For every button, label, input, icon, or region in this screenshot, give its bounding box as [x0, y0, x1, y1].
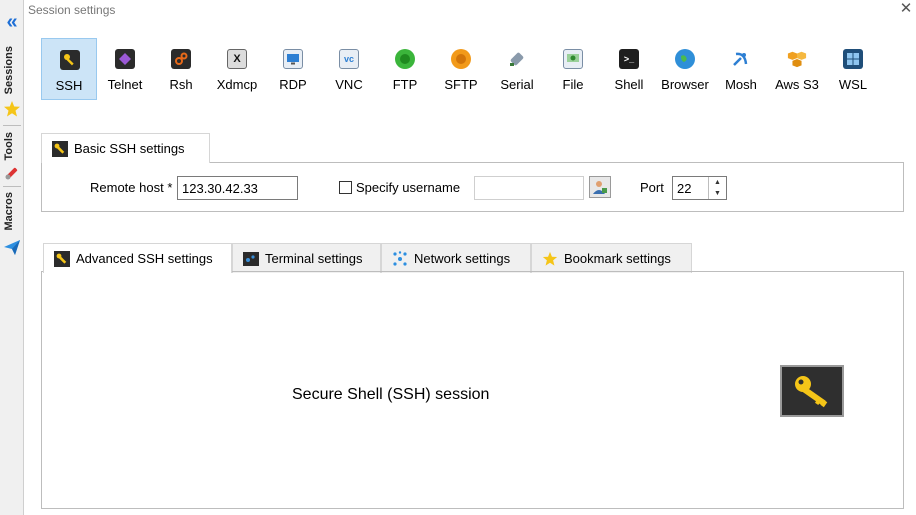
session-type-ssh[interactable]: SSH	[41, 38, 97, 100]
rdp-monitor-icon	[283, 49, 303, 69]
sftp-globe-icon	[451, 49, 471, 69]
tab-label: Advanced SSH settings	[76, 251, 213, 266]
shell-terminal-icon: >_	[619, 49, 639, 69]
key-icon	[795, 376, 828, 408]
remote-host-label: Remote host *	[90, 180, 173, 195]
tab-label: Basic SSH settings	[74, 141, 185, 156]
close-icon: ✕	[899, 0, 913, 17]
wrench-icon	[52, 140, 68, 157]
session-type-wsl[interactable]: WSL	[825, 38, 881, 100]
side-panel: « Sessions Tools Macros	[0, 0, 24, 515]
tools-icon	[5, 167, 18, 180]
windows-icon	[843, 49, 863, 69]
tab-network-settings[interactable]: Network settings	[381, 243, 531, 273]
window-title: Session settings	[28, 3, 116, 17]
key-icon	[60, 50, 80, 70]
session-type-browser[interactable]: Browser	[657, 38, 713, 100]
session-type-rdp[interactable]: RDP	[265, 38, 321, 100]
session-type-xdmcp[interactable]: X Xdmcp	[209, 38, 265, 100]
select-user-button[interactable]	[589, 176, 611, 198]
username-input[interactable]	[474, 176, 584, 200]
sidebar-tab-tools[interactable]: Tools	[0, 128, 24, 164]
serial-plug-icon	[507, 49, 527, 69]
tab-label: Terminal settings	[265, 251, 363, 266]
port-spinner[interactable]: ▲ ▼	[708, 177, 726, 199]
tab-label: Bookmark settings	[564, 251, 671, 266]
tab-advanced-ssh-settings[interactable]: Advanced SSH settings	[43, 243, 232, 273]
session-description: Secure Shell (SSH) session	[292, 386, 490, 403]
spin-up-icon[interactable]: ▲	[709, 177, 726, 188]
terminal-icon	[243, 251, 259, 267]
sidebar-separator	[3, 125, 21, 126]
session-type-toolbar: SSH Telnet Rsh X Xdmcp RDP vc VNC FTP SF…	[40, 38, 880, 100]
sidebar-tab-sessions[interactable]: Sessions	[0, 44, 24, 96]
ftp-globe-icon	[395, 49, 415, 69]
session-type-telnet[interactable]: Telnet	[97, 38, 153, 100]
session-type-aws-s3[interactable]: Aws S3	[769, 38, 825, 100]
port-label: Port	[640, 180, 664, 195]
close-button[interactable]: ✕	[898, 0, 914, 18]
vnc-icon: vc	[339, 49, 359, 69]
tab-label: Network settings	[414, 251, 511, 266]
browser-globe-icon	[675, 49, 695, 69]
double-chevron-left-icon: «	[6, 11, 18, 33]
tab-bookmark-settings[interactable]: Bookmark settings	[531, 243, 692, 273]
sidebar-tab-macros[interactable]: Macros	[0, 190, 24, 234]
sidebar-separator	[3, 186, 21, 187]
session-type-mosh[interactable]: Mosh	[713, 38, 769, 100]
x-icon: X	[227, 49, 247, 69]
tab-basic-ssh-settings[interactable]: Basic SSH settings	[41, 133, 210, 163]
user-icon	[593, 181, 607, 194]
sidebar-tab-label: Sessions	[3, 46, 15, 95]
remote-host-input[interactable]	[177, 176, 298, 200]
session-type-ftp[interactable]: FTP	[377, 38, 433, 100]
specify-username-label: Specify username	[356, 180, 461, 195]
spin-down-icon[interactable]: ▼	[709, 188, 726, 199]
session-type-label: WSL	[838, 77, 868, 92]
telnet-icon	[115, 49, 135, 69]
paper-plane-icon	[4, 240, 20, 255]
session-type-sftp[interactable]: SFTP	[433, 38, 489, 100]
file-monitor-icon	[563, 49, 583, 69]
session-type-serial[interactable]: Serial	[489, 38, 545, 100]
mosh-satellite-icon	[731, 49, 751, 69]
aws-s3-icon	[787, 49, 807, 69]
sidebar-tab-label: Macros	[3, 192, 15, 231]
session-type-rsh[interactable]: Rsh	[153, 38, 209, 100]
sidebar-tab-label: Tools	[3, 132, 15, 161]
collapse-sidebar-button[interactable]: «	[2, 12, 22, 32]
ssh-key-large-icon	[780, 365, 844, 417]
session-type-vnc[interactable]: vc VNC	[321, 38, 377, 100]
star-icon	[542, 251, 558, 267]
network-icon	[392, 250, 408, 267]
specify-username-checkbox[interactable]	[339, 181, 352, 194]
tab-terminal-settings[interactable]: Terminal settings	[232, 243, 381, 273]
star-icon	[4, 101, 20, 117]
rsh-icon	[171, 49, 191, 69]
session-type-shell[interactable]: >_ Shell	[601, 38, 657, 100]
session-type-file[interactable]: File	[545, 38, 601, 100]
wrench-icon	[54, 250, 70, 267]
